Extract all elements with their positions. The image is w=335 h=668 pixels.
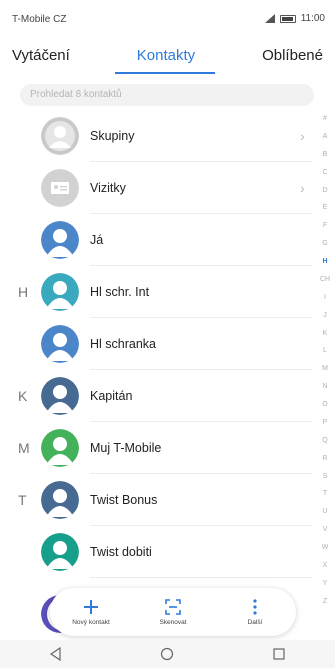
section-letter: M <box>18 440 30 456</box>
active-tab-indicator <box>115 72 215 74</box>
index-letter[interactable]: Z <box>323 598 327 605</box>
clock: 11:00 <box>300 13 325 24</box>
index-letter[interactable]: I <box>324 294 326 301</box>
index-letter[interactable]: E <box>323 204 328 211</box>
section-letter: K <box>18 388 28 404</box>
person-icon <box>41 325 79 363</box>
contact-name: Hl schranka <box>90 337 156 351</box>
navigation-bar <box>0 640 335 668</box>
person-icon <box>41 481 79 519</box>
group-icon <box>41 117 79 155</box>
contact-avatar <box>41 117 79 155</box>
contact-row[interactable]: Já <box>0 214 312 266</box>
scan-label: Skenovat <box>159 619 187 626</box>
contact-row[interactable]: Skupiny › <box>0 110 312 162</box>
contact-avatar <box>41 429 79 467</box>
contact-row[interactable]: Hl schranka <box>0 318 312 370</box>
index-letter[interactable]: T <box>323 490 327 497</box>
carrier-name: T-Mobile CZ <box>12 14 67 25</box>
signal-icon <box>264 14 275 23</box>
home-icon[interactable] <box>160 647 174 661</box>
plus-icon <box>84 600 98 614</box>
contact-name: Muj T-Mobile <box>90 441 162 455</box>
contact-avatar <box>41 273 79 311</box>
person-icon <box>41 429 79 467</box>
index-letter[interactable]: A <box>323 133 328 140</box>
tab-contacts[interactable]: Kontakty <box>137 41 195 70</box>
contact-avatar <box>41 377 79 415</box>
contact-avatar <box>41 325 79 363</box>
alphabet-index[interactable]: # A B C D E F G H CH I J K L M N O P Q R S T U V W X Y Z <box>316 115 334 605</box>
battery-icon <box>279 14 296 23</box>
index-letter[interactable]: V <box>323 526 328 533</box>
person-icon <box>41 377 79 415</box>
index-letter[interactable]: N <box>322 383 327 390</box>
row-divider <box>90 577 312 578</box>
index-letter[interactable]: U <box>322 508 327 515</box>
index-letter[interactable]: B <box>323 151 328 158</box>
person-icon <box>41 273 79 311</box>
scan-button[interactable]: Skenovat <box>138 598 208 626</box>
contact-name: Twist Bonus <box>90 493 158 507</box>
index-letter[interactable]: O <box>322 401 327 408</box>
back-icon[interactable] <box>49 647 63 661</box>
index-letter[interactable]: P <box>323 419 328 426</box>
index-letter[interactable]: D <box>322 187 327 194</box>
person-icon <box>41 533 79 571</box>
contact-row[interactable]: H Hl schr. Int <box>0 266 312 318</box>
contact-name: Vizitky <box>90 181 126 195</box>
index-letter[interactable]: J <box>323 312 327 319</box>
contact-name: Twist dobiti <box>90 545 152 559</box>
index-letter[interactable]: H <box>322 258 327 265</box>
contact-row[interactable]: M Muj T-Mobile <box>0 422 312 474</box>
person-icon <box>41 221 79 259</box>
contact-avatar <box>41 169 79 207</box>
contact-row[interactable]: Twist dobiti <box>0 526 312 578</box>
recents-icon[interactable] <box>272 647 286 661</box>
index-letter[interactable]: S <box>323 473 328 480</box>
search-input[interactable]: Prohledat 8 kontaktů <box>20 84 314 106</box>
contact-row[interactable]: T Twist Bonus <box>0 474 312 526</box>
business-card-icon <box>41 169 79 207</box>
contact-avatar <box>41 481 79 519</box>
chevron-right-icon: › <box>300 128 305 144</box>
chevron-right-icon: › <box>300 180 305 196</box>
index-letter[interactable]: M <box>322 365 328 372</box>
index-letter[interactable]: Y <box>323 580 328 587</box>
tab-bar: Vytáčení Kontakty Oblíbené <box>0 34 335 76</box>
new-contact-button[interactable]: Nový kontakt <box>56 598 126 626</box>
status-bar: T-Mobile CZ 11:00 <box>0 0 335 34</box>
section-letter: T <box>18 492 27 508</box>
contact-name: Skupiny <box>90 129 135 143</box>
contact-row[interactable]: K Kapitán <box>0 370 312 422</box>
index-letter[interactable]: K <box>323 330 328 337</box>
index-letter[interactable]: F <box>323 222 327 229</box>
index-letter[interactable]: R <box>322 455 327 462</box>
tab-favorites[interactable]: Oblíbené <box>262 41 323 70</box>
contact-name: Já <box>90 233 104 247</box>
contact-avatar <box>41 533 79 571</box>
index-letter[interactable]: W <box>322 544 329 551</box>
section-letter: H <box>18 284 29 300</box>
scan-icon <box>165 599 181 615</box>
contact-name: Kapitán <box>90 389 133 403</box>
index-letter[interactable]: X <box>323 562 328 569</box>
tab-dialer[interactable]: Vytáčení <box>12 41 70 70</box>
more-icon <box>253 599 257 615</box>
new-contact-label: Nový kontakt <box>72 619 110 626</box>
more-button[interactable]: Další <box>220 598 290 626</box>
status-icons: 11:00 <box>264 13 325 24</box>
action-bar: Nový kontakt Skenovat Další <box>50 588 296 636</box>
more-label: Další <box>247 619 263 626</box>
index-letter[interactable]: # <box>323 115 327 122</box>
index-letter[interactable]: C <box>322 169 327 176</box>
index-letter[interactable]: Q <box>322 437 327 444</box>
contact-name: Hl schr. Int <box>90 285 150 299</box>
contact-row[interactable]: Vizitky › <box>0 162 312 214</box>
index-letter[interactable]: L <box>323 347 327 354</box>
contact-avatar <box>41 221 79 259</box>
index-letter[interactable]: G <box>322 240 327 247</box>
index-letter[interactable]: CH <box>320 276 330 283</box>
